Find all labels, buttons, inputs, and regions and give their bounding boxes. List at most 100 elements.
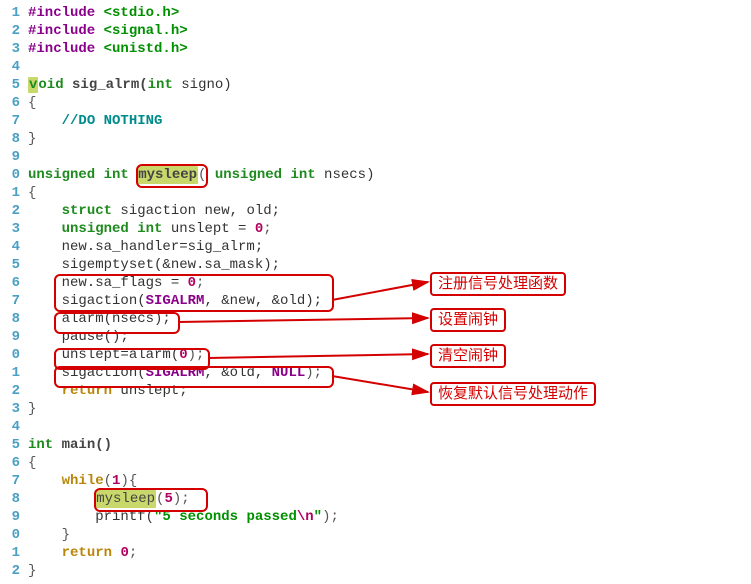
- line-number: 4: [4, 238, 20, 256]
- code-line: 4: [4, 58, 751, 76]
- code-text: new.sa_flags =: [28, 274, 188, 292]
- line-number: 2: [4, 202, 20, 220]
- line-number: 8: [4, 130, 20, 148]
- punct: (: [156, 490, 164, 508]
- line-number: 2: [4, 382, 20, 400]
- brace: {: [28, 94, 36, 112]
- code-text: [112, 544, 120, 562]
- punct: );: [305, 364, 322, 382]
- line-number: 8: [4, 490, 20, 508]
- line-number: 3: [4, 400, 20, 418]
- code-text: new.sa_handler=sig_alrm;: [28, 238, 263, 256]
- line-number: 8: [4, 310, 20, 328]
- code-line: 7 while(1){: [4, 472, 751, 490]
- function-call: mysleep: [95, 490, 156, 508]
- number: 0: [179, 346, 187, 364]
- indent: [28, 202, 62, 220]
- code-text: sigaction new, old;: [112, 202, 280, 220]
- keyword: int: [148, 76, 173, 94]
- line-number: 0: [4, 526, 20, 544]
- code-text: unslept=alarm(: [28, 346, 179, 364]
- escape: \n: [297, 508, 314, 526]
- punct: ;: [129, 544, 137, 562]
- include-path: <signal.h>: [95, 22, 187, 40]
- keyword: while: [62, 472, 104, 490]
- constant: SIGALRM: [146, 292, 205, 310]
- include-path: <unistd.h>: [95, 40, 187, 58]
- code-line: 2}: [4, 562, 751, 580]
- number: 1: [112, 472, 120, 490]
- params: signo): [173, 76, 232, 94]
- code-line: 2 #include <signal.h>: [4, 22, 751, 40]
- indent: [28, 112, 62, 130]
- preprocessor: #include: [28, 40, 95, 58]
- code-text: , &old,: [204, 364, 271, 382]
- line-number: 6: [4, 454, 20, 472]
- line-number: 7: [4, 292, 20, 310]
- line-number: 1: [4, 364, 20, 382]
- code-line: 9: [4, 148, 751, 166]
- punct: );: [322, 508, 339, 526]
- line-number: 9: [4, 508, 20, 526]
- code-text: , &new, &old);: [204, 292, 322, 310]
- number: 0: [120, 544, 128, 562]
- indent: [28, 382, 62, 400]
- punct: ;: [196, 274, 204, 292]
- callout-clearalarm: 清空闹钟: [430, 344, 506, 368]
- line-number: 0: [4, 346, 20, 364]
- line-number: 1: [4, 544, 20, 562]
- punct: (: [104, 472, 112, 490]
- line-number: 7: [4, 112, 20, 130]
- code-block: 1 #include <stdio.h> 2 #include <signal.h>…: [4, 4, 751, 580]
- keyword: unsigned int: [62, 220, 163, 238]
- string: ": [314, 508, 322, 526]
- brace: {: [28, 184, 36, 202]
- code-line: 4 new.sa_handler=sig_alrm;: [4, 238, 751, 256]
- line-number: 9: [4, 328, 20, 346]
- indent: [28, 544, 62, 562]
- code-text: unslept =: [162, 220, 254, 238]
- code-line: 0 }: [4, 526, 751, 544]
- include-path: <stdio.h>: [95, 4, 179, 22]
- line-number: 7: [4, 472, 20, 490]
- brace: }: [28, 400, 36, 418]
- line-number: 6: [4, 274, 20, 292]
- brace: {: [28, 454, 36, 472]
- line-number: 5: [4, 436, 20, 454]
- keyword: struct: [62, 202, 112, 220]
- code-text: sigaction(: [28, 364, 146, 382]
- line-number: 2: [4, 22, 20, 40]
- highlight: v: [28, 77, 38, 93]
- line-number: 5: [4, 76, 20, 94]
- code-line: 2 return unslept;: [4, 382, 751, 400]
- preprocessor: #include: [28, 22, 95, 40]
- code-text: sigemptyset(&new.sa_mask);: [28, 256, 280, 274]
- line-number: 6: [4, 94, 20, 112]
- line-number: 9: [4, 148, 20, 166]
- brace: }: [28, 130, 36, 148]
- code-line: 9 printf("5 seconds passed\n");: [4, 508, 751, 526]
- code-line: 7 //DO NOTHING: [4, 112, 751, 130]
- callout-setalarm: 设置闹钟: [430, 308, 506, 332]
- number: 5: [164, 490, 172, 508]
- constant: NULL: [272, 364, 306, 382]
- punct: ){: [120, 472, 137, 490]
- code-text: printf(: [28, 508, 154, 526]
- callout-restore: 恢复默认信号处理动作: [430, 382, 596, 406]
- function-name: mysleep: [137, 166, 198, 184]
- line-number: 5: [4, 256, 20, 274]
- line-number: 3: [4, 220, 20, 238]
- punct: (: [198, 166, 206, 184]
- punct: );: [188, 346, 205, 364]
- code-line: 6{: [4, 94, 751, 112]
- number: 0: [255, 220, 263, 238]
- code-line: 3#include <unistd.h>: [4, 40, 751, 58]
- code-line: 8 alarm(nsecs);: [4, 310, 751, 328]
- code-text: alarm(nsecs);: [28, 310, 171, 328]
- code-line: 1 sigaction(SIGALRM, &old, NULL);: [4, 364, 751, 382]
- code-line: 5int main(): [4, 436, 751, 454]
- params: nsecs): [316, 166, 375, 184]
- code-line: 6{: [4, 454, 751, 472]
- code-line: 0 unslept=alarm(0);: [4, 346, 751, 364]
- code-line: 1 return 0;: [4, 544, 751, 562]
